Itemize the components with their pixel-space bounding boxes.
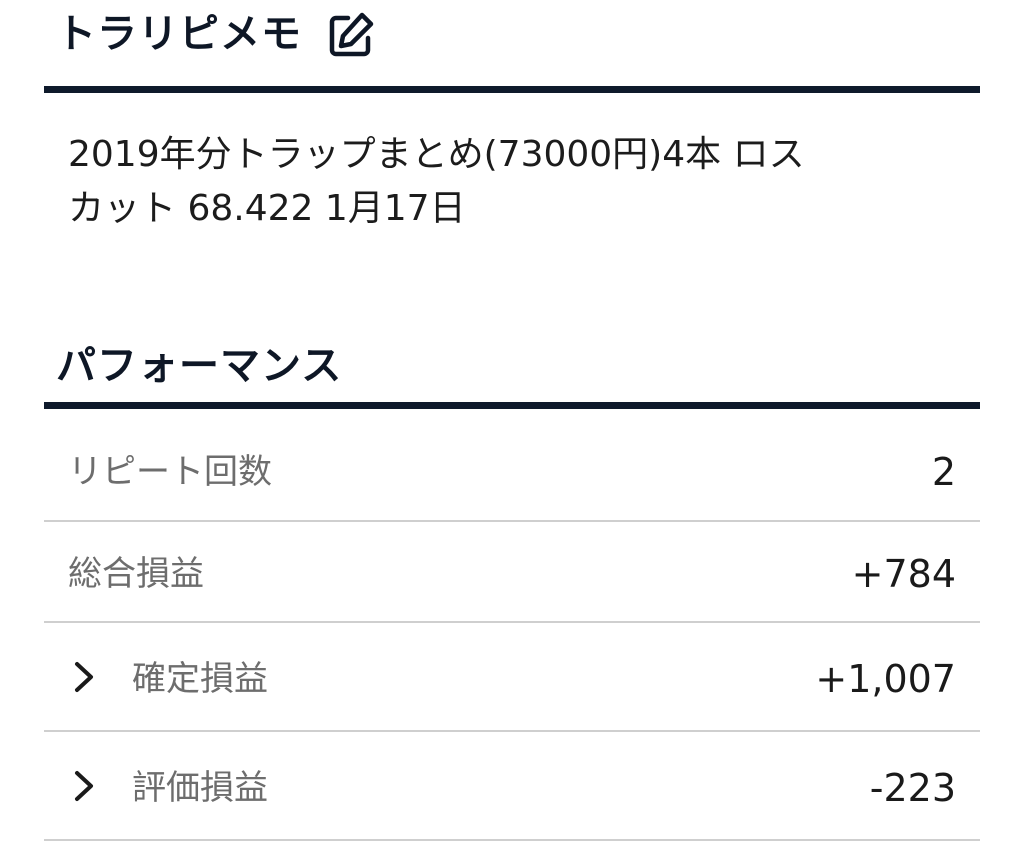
row-value: +784 [851, 552, 956, 596]
chevron-right-icon[interactable] [72, 659, 96, 695]
row-repeat-count: リピート回数 2 [44, 420, 980, 522]
performance-divider [44, 402, 980, 409]
row-label: 総合損益 [68, 554, 204, 594]
memo-divider [44, 86, 980, 93]
performance-title: パフォーマンス [56, 343, 343, 389]
memo-title: トラリピメモ [56, 11, 302, 57]
row-value: -223 [869, 766, 956, 810]
row-label: 確定損益 [132, 659, 268, 699]
memo-section-header: トラリピメモ [44, 0, 980, 95]
row-total-profit: 総合損益 +784 [44, 522, 980, 623]
performance-section-header: パフォーマンス [44, 330, 980, 412]
memo-text: 2019年分トラップまとめ(73000円)4本 ロス カット 68.422 1月… [68, 134, 805, 229]
row-value: +1,007 [815, 657, 956, 701]
row-realized-profit[interactable]: 確定損益 +1,007 [44, 623, 980, 732]
edit-icon[interactable] [326, 10, 376, 60]
row-label: 評価損益 [132, 768, 268, 808]
row-label: リピート回数 [68, 452, 272, 492]
row-value: 2 [931, 450, 956, 494]
row-unrealized-profit[interactable]: 評価損益 -223 [44, 732, 980, 841]
chevron-right-icon[interactable] [72, 768, 96, 804]
